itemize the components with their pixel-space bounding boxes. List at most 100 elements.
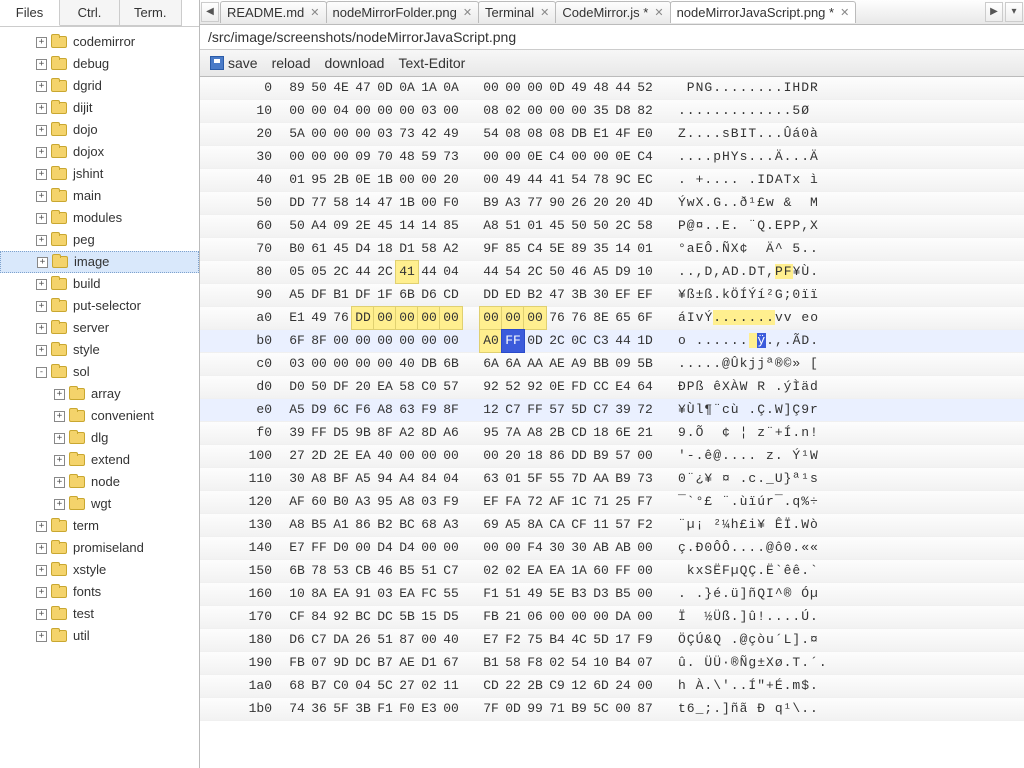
hex-byte[interactable]: EF	[612, 284, 634, 306]
hex-byte[interactable]: 47	[546, 284, 568, 306]
hex-byte[interactable]: 49	[308, 307, 330, 329]
hex-row[interactable]: 100272D2EEA4000000000201886DDB95700'-.ê@…	[200, 445, 1024, 468]
hex-byte[interactable]: A8	[374, 399, 396, 421]
hex-byte[interactable]: 10	[286, 583, 308, 605]
hex-byte[interactable]: 0E	[546, 376, 568, 398]
hex-byte[interactable]: 39	[286, 422, 308, 444]
expand-icon[interactable]: +	[36, 103, 47, 114]
hex-byte[interactable]: 00	[440, 330, 462, 352]
tree-item-util[interactable]: +util	[0, 625, 199, 647]
tree-item-dijit[interactable]: +dijit	[0, 97, 199, 119]
hex-row[interactable]: 160108AEA9103EAFC55F151495EB3D3B500. .}é…	[200, 583, 1024, 606]
expand-icon[interactable]: +	[54, 499, 65, 510]
hex-byte[interactable]: 6B	[286, 560, 308, 582]
hex-byte[interactable]: 76	[330, 307, 352, 329]
hex-byte[interactable]: F9	[634, 629, 656, 651]
hex-row[interactable]: 170CF8492BCDC5B15D5FB2106000000DA00Ï ½Üß…	[200, 606, 1024, 629]
hex-byte[interactable]: 26	[352, 629, 374, 651]
hex-byte[interactable]: F2	[502, 629, 524, 651]
hex-byte[interactable]: DF	[308, 284, 330, 306]
hex-byte[interactable]: 87	[634, 698, 656, 720]
hex-byte[interactable]: 00	[396, 169, 418, 191]
hex-byte[interactable]: 06	[524, 606, 546, 628]
hex-byte[interactable]: 1C	[568, 491, 590, 513]
hex-byte[interactable]: 71	[546, 698, 568, 720]
hex-byte[interactable]: 73	[396, 123, 418, 145]
close-icon[interactable]: ✕	[654, 6, 663, 19]
hex-byte[interactable]: 51	[502, 583, 524, 605]
hex-row[interactable]: e0A5D96CF6A863F98F12C7FF575DC73972¥Ùl¶¨c…	[200, 399, 1024, 422]
hex-byte[interactable]: D5	[440, 606, 462, 628]
expand-icon[interactable]: +	[36, 191, 47, 202]
hex-byte[interactable]: 89	[286, 77, 308, 99]
hex-byte[interactable]: 63	[396, 399, 418, 421]
expand-icon[interactable]: +	[36, 147, 47, 158]
hex-byte[interactable]: 08	[502, 123, 524, 145]
hex-byte[interactable]: 6D	[590, 675, 612, 697]
hex-byte[interactable]: 40	[440, 629, 462, 651]
hex-byte[interactable]: 55	[440, 583, 462, 605]
hex-byte[interactable]: 50	[546, 261, 568, 283]
hex-byte[interactable]: 5D	[568, 399, 590, 421]
hex-byte[interactable]: CD	[480, 675, 502, 697]
expand-icon[interactable]: +	[36, 323, 47, 334]
hex-byte[interactable]: C0	[330, 675, 352, 697]
hex-byte[interactable]: 44	[612, 330, 634, 352]
tree-item-build[interactable]: +build	[0, 273, 199, 295]
hex-byte[interactable]: D5	[330, 422, 352, 444]
tree-item-promiseland[interactable]: +promiseland	[0, 537, 199, 559]
hex-byte[interactable]: 47	[374, 192, 396, 214]
hex-byte[interactable]: A5	[286, 399, 308, 421]
hex-byte[interactable]: 18	[590, 422, 612, 444]
file-tab[interactable]: Terminal✕	[478, 1, 556, 23]
hex-byte[interactable]: 00	[396, 307, 418, 329]
hex-byte[interactable]: 50	[286, 215, 308, 237]
hex-byte[interactable]: 95	[374, 491, 396, 513]
hex-byte[interactable]: B9	[568, 698, 590, 720]
hex-byte[interactable]: 0D	[502, 698, 524, 720]
hex-byte[interactable]: 47	[352, 77, 374, 99]
hex-byte[interactable]: 84	[418, 468, 440, 490]
tree-item-test[interactable]: +test	[0, 603, 199, 625]
hex-byte[interactable]: 78	[590, 169, 612, 191]
download-button[interactable]: download	[325, 55, 385, 71]
hex-byte[interactable]: AA	[590, 468, 612, 490]
hex-byte[interactable]: 00	[418, 169, 440, 191]
hex-byte[interactable]: F1	[480, 583, 502, 605]
expand-icon[interactable]: +	[36, 279, 47, 290]
hex-byte[interactable]: B0	[286, 238, 308, 260]
tree-item-xstyle[interactable]: +xstyle	[0, 559, 199, 581]
hex-byte[interactable]: 46	[374, 560, 396, 582]
hex-byte[interactable]: ED	[502, 284, 524, 306]
collapse-icon[interactable]: -	[36, 367, 47, 378]
hex-byte[interactable]: 26	[568, 192, 590, 214]
hex-byte[interactable]: DB	[568, 123, 590, 145]
hex-byte[interactable]: 00	[440, 537, 462, 559]
hex-byte[interactable]: 4E	[330, 77, 352, 99]
hex-byte[interactable]: AB	[612, 537, 634, 559]
tree-item-extend[interactable]: +extend	[0, 449, 199, 471]
hex-byte[interactable]: 7F	[480, 698, 502, 720]
hex-byte[interactable]: 75	[524, 629, 546, 651]
hex-byte[interactable]: 09	[612, 353, 634, 375]
hex-byte[interactable]: 9B	[352, 422, 374, 444]
hex-byte[interactable]: B3	[568, 583, 590, 605]
expand-icon[interactable]: +	[36, 169, 47, 180]
hex-row[interactable]: 120AF60B0A395A803F9EFFA72AF1C7125F7¯`°£ …	[200, 491, 1024, 514]
hex-byte[interactable]: 17	[612, 629, 634, 651]
hex-byte[interactable]: 20	[590, 192, 612, 214]
hex-byte[interactable]: C7	[590, 399, 612, 421]
hex-byte[interactable]: 00	[418, 307, 440, 329]
hex-byte[interactable]: 2D	[308, 445, 330, 467]
hex-byte[interactable]: 00	[286, 146, 308, 168]
expand-icon[interactable]: +	[54, 389, 65, 400]
hex-byte[interactable]: EA	[374, 376, 396, 398]
hex-byte[interactable]: C4	[546, 146, 568, 168]
hex-byte[interactable]: 4C	[568, 629, 590, 651]
hex-byte[interactable]: 27	[286, 445, 308, 467]
hex-byte[interactable]: EA	[396, 583, 418, 605]
hex-byte[interactable]: 20	[352, 376, 374, 398]
hex-byte[interactable]: F1	[374, 698, 396, 720]
hex-byte[interactable]: 2B	[330, 169, 352, 191]
hex-byte[interactable]: 00	[440, 307, 462, 329]
